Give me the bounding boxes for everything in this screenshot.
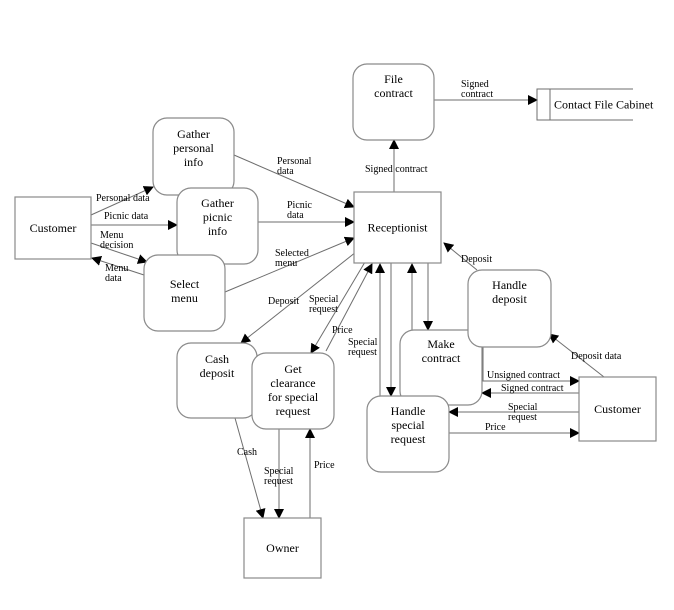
node-gather-picnic: Gatherpicnicinfo <box>176 187 259 265</box>
flow-label: decision <box>100 240 133 251</box>
node-handle-special: Handlespecialrequest <box>366 395 450 473</box>
node-label: contract <box>422 351 461 365</box>
node-label: Customer <box>594 402 641 416</box>
node-get-clearance: Getclearancefor specialrequest <box>251 352 335 430</box>
node-label: info <box>184 155 203 169</box>
node-label: for special <box>268 390 319 404</box>
node-label: menu <box>171 291 198 305</box>
node-contact-file-cabinet: Contact File Cabinet <box>536 88 654 121</box>
flow-label: request <box>508 412 537 423</box>
node-label: Handle <box>391 404 426 418</box>
flow-label: Deposit <box>268 296 299 307</box>
flow-label: Picnic data <box>104 211 149 222</box>
flow-label: Price <box>314 460 335 471</box>
node-label: Gather <box>201 196 234 210</box>
flow-label: data <box>105 273 122 284</box>
node-file-contract: Filecontract <box>352 63 435 141</box>
flow-label: request <box>309 304 338 315</box>
node-owner: Owner <box>243 517 322 579</box>
flow-label: Deposit <box>461 254 492 265</box>
node-label: deposit <box>200 366 235 380</box>
node-label: Handle <box>492 278 527 292</box>
data-flow-diagram: CustomerGatherpersonalinfoGatherpicnicin… <box>14 63 657 579</box>
flow-label: request <box>264 476 293 487</box>
node-label: request <box>391 432 426 446</box>
node-label: Contact File Cabinet <box>554 98 654 112</box>
node-cash-deposit: Cashdeposit <box>176 342 258 419</box>
node-customer-right: Customer <box>578 376 657 442</box>
node-select-menu: Selectmenu <box>143 254 226 332</box>
node-label: deposit <box>492 292 527 306</box>
node-label: contract <box>374 86 413 100</box>
node-label: File <box>384 72 403 86</box>
node-label: Receptionist <box>368 221 429 235</box>
flow-label: menu <box>275 258 297 269</box>
node-label: Gather <box>177 127 210 141</box>
flow-label: Personal data <box>96 193 150 204</box>
node-label: request <box>276 404 311 418</box>
node-label: Cash <box>205 352 229 366</box>
flow-label: data <box>287 210 304 221</box>
node-label: picnic <box>203 210 232 224</box>
flow-label: Unsigned contract <box>487 370 560 381</box>
flow-cash-deposit-to-owner <box>234 417 266 519</box>
node-label: special <box>391 418 425 432</box>
node-make-contract: Makecontract <box>399 329 483 406</box>
node-label: Customer <box>30 221 77 235</box>
node-label: Select <box>170 277 200 291</box>
node-label: personal <box>173 141 214 155</box>
flow-label: Cash <box>237 447 257 458</box>
flow-label: Signed contract <box>501 383 564 394</box>
node-gather-personal: Gatherpersonalinfo <box>152 117 235 196</box>
flow-label: Signed contract <box>365 164 428 175</box>
flow-label: Price <box>332 325 353 336</box>
node-receptionist: Receptionist <box>353 191 442 264</box>
node-label: Make <box>427 337 454 351</box>
flow-label: contract <box>461 89 493 100</box>
flow-label: Deposit data <box>571 351 622 362</box>
flow-label: request <box>348 347 377 358</box>
node-label: clearance <box>270 376 315 390</box>
flow-label: Price <box>485 422 506 433</box>
node-label: Get <box>284 362 302 376</box>
node-handle-deposit: Handledeposit <box>467 269 552 348</box>
node-label: info <box>208 224 227 238</box>
flow-label: data <box>277 166 294 177</box>
node-label: Owner <box>266 541 299 555</box>
node-customer-left: Customer <box>14 196 92 260</box>
